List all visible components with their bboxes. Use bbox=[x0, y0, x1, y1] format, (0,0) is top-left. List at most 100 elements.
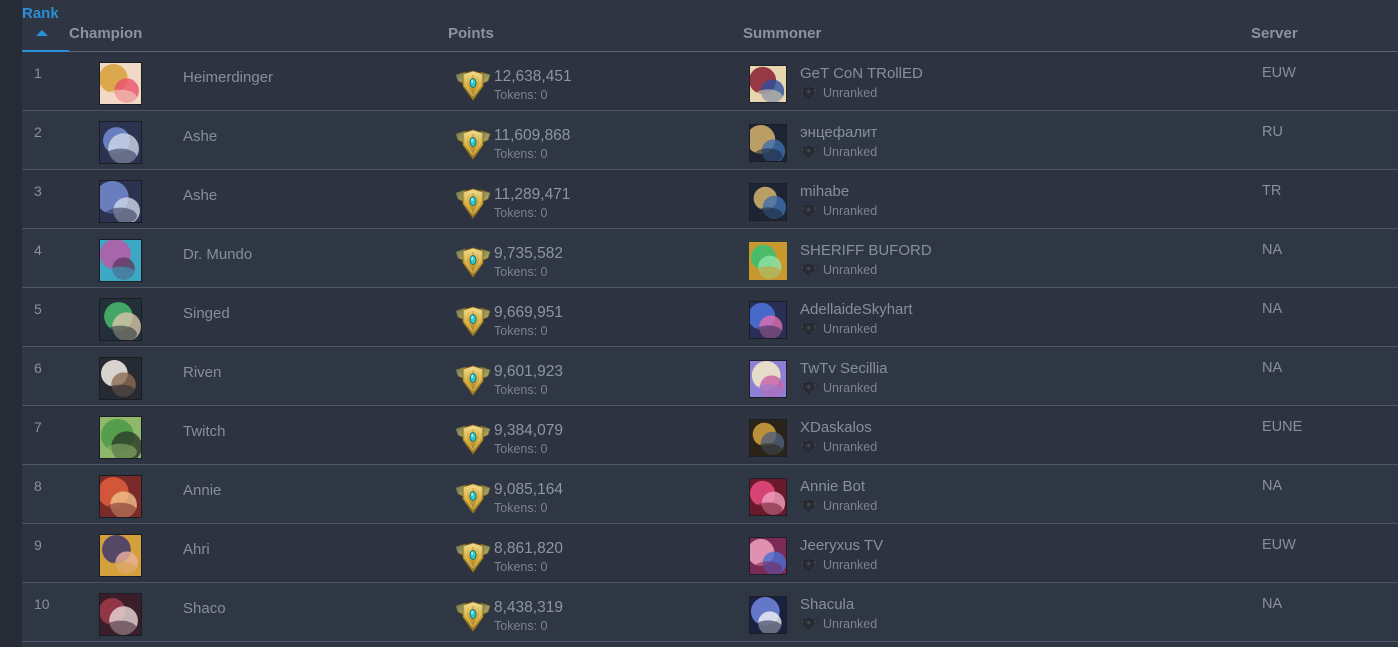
unranked-wing-icon bbox=[800, 381, 817, 394]
summoner-rank-label: Unranked bbox=[823, 85, 878, 100]
table-row[interactable]: 3 Ashe 11,289,471 Tokens: 0 mihabe Unranked TR bbox=[22, 169, 1398, 229]
table-row[interactable]: 2 Ashe 11,609,868 Tokens: 0 энцефалит Unranke… bbox=[22, 110, 1398, 170]
table-row[interactable]: 9 Ahri 8,861,820 Tokens: 0 Jeeryxus TV Unrank… bbox=[22, 523, 1398, 583]
tokens-value: Tokens: 0 bbox=[494, 441, 548, 456]
tokens-value: Tokens: 0 bbox=[494, 559, 548, 574]
champion-name: Annie bbox=[183, 482, 222, 499]
summoner-avatar[interactable] bbox=[749, 536, 787, 575]
column-header-rank[interactable]: Rank bbox=[22, 0, 69, 52]
summoner-avatar[interactable] bbox=[749, 123, 787, 162]
summoner-rank-label: Unranked bbox=[823, 321, 878, 336]
caret-up-icon bbox=[36, 30, 48, 36]
summoner-avatar[interactable] bbox=[749, 477, 787, 516]
cell-server: NA bbox=[1251, 582, 1398, 642]
tokens-value: Tokens: 0 bbox=[494, 500, 548, 515]
champion-portrait[interactable] bbox=[99, 62, 142, 105]
tokens-value: Tokens: 0 bbox=[494, 382, 548, 397]
summoner-avatar[interactable] bbox=[749, 300, 787, 339]
cell-rank: 4 bbox=[22, 228, 69, 288]
tokens-value: Tokens: 0 bbox=[494, 323, 548, 338]
table-row[interactable]: 10 Shaco 8,438,319 Tokens: 0 Shacula Unranked… bbox=[22, 582, 1398, 642]
column-header-summoner[interactable]: Summoner bbox=[743, 0, 1251, 52]
unranked-wing-icon bbox=[800, 617, 817, 630]
cell-server: NA bbox=[1251, 287, 1398, 347]
points-value: 11,289,471 bbox=[494, 185, 571, 203]
leaderboard-table-container: Rank Champion Points Summoner Server 1 H… bbox=[22, 0, 1398, 647]
cell-points: 8,861,820 Tokens: 0 bbox=[448, 523, 743, 583]
summoner-name[interactable]: Jeeryxus TV bbox=[800, 537, 883, 555]
summoner-avatar[interactable] bbox=[749, 64, 787, 103]
cell-summoner: XDaskalos Unranked bbox=[743, 405, 1251, 465]
table-row[interactable]: 8 Annie 9,085,164 Tokens: 0 Annie Bot Unranke… bbox=[22, 464, 1398, 524]
summoner-name[interactable]: XDaskalos bbox=[800, 419, 877, 437]
champion-name: Ahri bbox=[183, 541, 210, 558]
unranked-wing-icon bbox=[800, 145, 817, 158]
cell-server: NA bbox=[1251, 346, 1398, 406]
column-header-rank-label: Rank bbox=[22, 5, 59, 22]
champion-portrait[interactable] bbox=[99, 298, 142, 341]
cell-server: NA bbox=[1251, 228, 1398, 288]
unranked-wing-icon bbox=[800, 558, 817, 571]
summoner-name[interactable]: TwTv Secillia bbox=[800, 360, 888, 378]
summoner-name[interactable]: SHERIFF BUFORD bbox=[800, 242, 932, 260]
summoner-rank-label: Unranked bbox=[823, 203, 878, 218]
header-row: Rank Champion Points Summoner Server bbox=[22, 0, 1398, 52]
cell-rank: 3 bbox=[22, 169, 69, 229]
cell-champion: Singed bbox=[69, 287, 448, 347]
champion-portrait[interactable] bbox=[99, 239, 142, 282]
column-header-server[interactable]: Server bbox=[1251, 0, 1398, 52]
points-value: 9,669,951 bbox=[494, 303, 563, 321]
summoner-name[interactable]: Annie Bot bbox=[800, 478, 877, 496]
cell-champion: Ashe bbox=[69, 169, 448, 229]
champion-portrait[interactable] bbox=[99, 180, 142, 223]
points-value: 9,085,164 bbox=[494, 480, 563, 498]
champion-portrait[interactable] bbox=[99, 357, 142, 400]
summoner-rank-label: Unranked bbox=[823, 380, 878, 395]
tokens-value: Tokens: 0 bbox=[494, 618, 548, 633]
cell-points: 9,669,951 Tokens: 0 bbox=[448, 287, 743, 347]
tokens-value: Tokens: 0 bbox=[494, 146, 548, 161]
champion-portrait[interactable] bbox=[99, 534, 142, 577]
summoner-rank-label: Unranked bbox=[823, 616, 878, 631]
cell-rank: 8 bbox=[22, 464, 69, 524]
cell-rank: 10 bbox=[22, 582, 69, 642]
champion-name: Ashe bbox=[183, 128, 218, 145]
mastery-crest-icon bbox=[455, 600, 491, 634]
summoner-name[interactable]: Shacula bbox=[800, 596, 877, 614]
summoner-name[interactable]: mihabe bbox=[800, 183, 877, 201]
unranked-wing-icon bbox=[800, 204, 817, 217]
unranked-wing-icon bbox=[800, 86, 817, 99]
column-header-points[interactable]: Points bbox=[448, 0, 743, 52]
mastery-crest-icon bbox=[455, 482, 491, 516]
summoner-avatar[interactable] bbox=[749, 418, 787, 457]
summoner-rank-label: Unranked bbox=[823, 262, 878, 277]
column-header-summoner-label: Summoner bbox=[743, 25, 822, 42]
summoner-avatar[interactable] bbox=[749, 595, 787, 634]
champion-portrait[interactable] bbox=[99, 593, 142, 636]
champion-name: Dr. Mundo bbox=[183, 246, 253, 263]
champion-portrait[interactable] bbox=[99, 475, 142, 518]
table-row[interactable]: 6 Riven 9,601,923 Tokens: 0 TwTv Secillia Unr… bbox=[22, 346, 1398, 406]
tokens-value: Tokens: 0 bbox=[494, 205, 548, 220]
table-row[interactable]: 5 Singed 9,669,951 Tokens: 0 AdellaideSkyhar… bbox=[22, 287, 1398, 347]
table-row[interactable]: 4 Dr. Mundo 9,735,582 Tokens: 0 SHERIFF BUFO… bbox=[22, 228, 1398, 288]
summoner-avatar[interactable] bbox=[749, 359, 787, 398]
champion-portrait[interactable] bbox=[99, 121, 142, 164]
summoner-avatar[interactable] bbox=[749, 182, 787, 221]
summoner-name[interactable]: GeT CoN TRollED bbox=[800, 65, 923, 83]
summoner-name[interactable]: энцефалит bbox=[800, 124, 877, 142]
table-row[interactable]: 1 Heimerdinger 12,638,451 Tokens: 0 GeT CoN … bbox=[22, 51, 1398, 111]
summoner-rank-label: Unranked bbox=[823, 144, 878, 159]
unranked-wing-icon bbox=[800, 322, 817, 335]
mastery-crest-icon bbox=[455, 69, 491, 103]
summoner-avatar[interactable] bbox=[749, 241, 787, 280]
cell-server: EUNE bbox=[1251, 405, 1398, 465]
cell-points: 11,289,471 Tokens: 0 bbox=[448, 169, 743, 229]
unranked-wing-icon bbox=[800, 263, 817, 276]
summoner-name[interactable]: AdellaideSkyhart bbox=[800, 301, 913, 319]
table-row[interactable]: 7 Twitch 9,384,079 Tokens: 0 XDaskalos Unrank… bbox=[22, 405, 1398, 465]
champion-portrait[interactable] bbox=[99, 416, 142, 459]
champion-name: Shaco bbox=[183, 600, 226, 617]
column-header-champion[interactable]: Champion bbox=[69, 0, 448, 52]
cell-rank: 5 bbox=[22, 287, 69, 347]
